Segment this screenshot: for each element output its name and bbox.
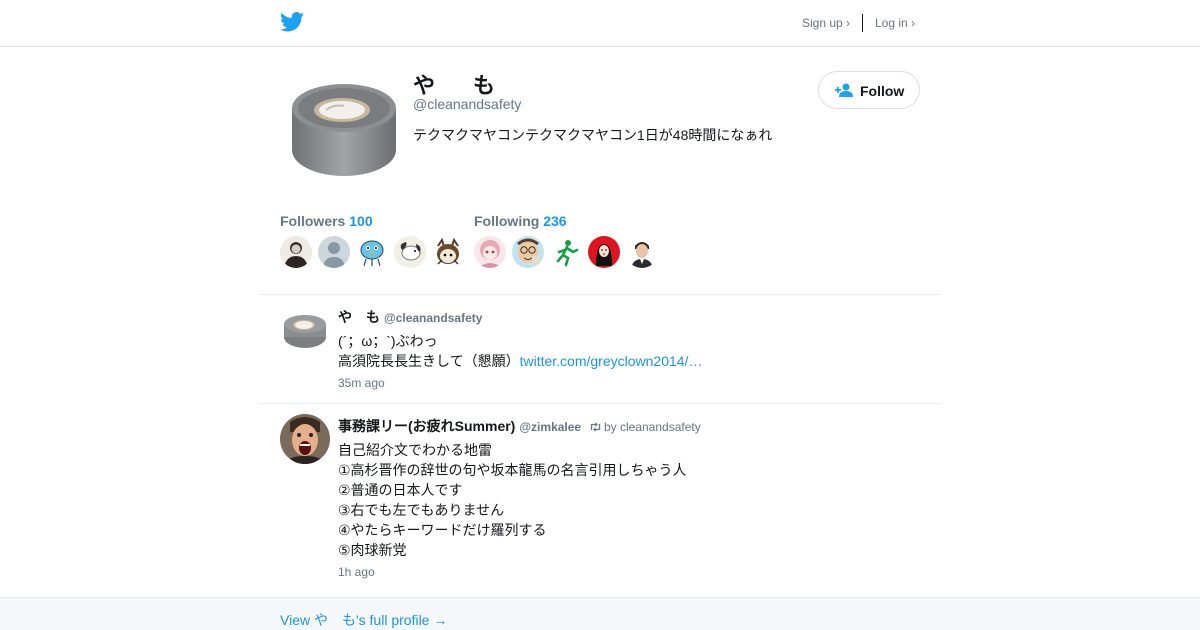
tweet-author-name: や も: [338, 309, 380, 325]
avatar-blue-bird-cartoon[interactable]: [356, 236, 388, 268]
tweet-text-line: ④やたらキーワードだけ羅列する: [338, 522, 547, 538]
following-stat[interactable]: Following 236: [474, 213, 567, 229]
twitter-bird-icon[interactable]: [280, 12, 304, 32]
signup-link[interactable]: Sign up ›: [802, 16, 850, 30]
avatar-gull-drawing[interactable]: [394, 236, 426, 268]
tweet-author-handle: @cleanandsafety: [384, 311, 483, 325]
tweet-avatar[interactable]: [280, 414, 330, 464]
divider: [260, 294, 940, 295]
nav-divider: [862, 14, 863, 32]
tweet-link[interactable]: twitter.com/greyclown2014/…: [520, 353, 703, 369]
top-bar: Sign up › Log in ›: [0, 0, 1200, 47]
avatar-default-person[interactable]: [318, 236, 350, 268]
avatar-glasses-man[interactable]: [512, 236, 544, 268]
tweet-author-handle: @zimkalee: [519, 420, 582, 434]
tweet-text-line: 自己紹介文でわかる地雷: [338, 442, 492, 458]
tweet-avatar[interactable]: [280, 310, 328, 352]
follow-button[interactable]: Follow: [818, 71, 920, 109]
avatar-red-circle-woman[interactable]: [588, 236, 620, 268]
followers-count: 100: [349, 213, 373, 229]
divider: [260, 403, 940, 404]
avatar-man-portrait[interactable]: [626, 236, 658, 268]
retweet-attribution: by cleanandsafety: [589, 420, 701, 434]
follow-label: Follow: [860, 83, 905, 99]
avatar-portrait-sketch[interactable]: [280, 236, 312, 268]
tweet-text-line: (´；ω；`)ぶわっ: [338, 333, 438, 349]
avatar-running-person[interactable]: [550, 236, 582, 268]
following-label: Following: [474, 213, 540, 229]
tweet-timestamp[interactable]: 1h ago: [338, 565, 375, 579]
profile-handle[interactable]: @cleanandsafety: [413, 96, 521, 112]
tweet-text-line: 高須院長長生きして（懇願）twitter.com/greyclown2014/…: [338, 351, 702, 371]
tweet-text-line: ①高杉晋作の辞世の句や坂本龍馬の名言引用しちゃう人: [338, 462, 687, 478]
retweet-by: by cleanandsafety: [603, 420, 701, 434]
tweet-author[interactable]: 事務課リー(お疲れSummer) @zimkalee by cleanandsaf…: [338, 416, 701, 436]
profile-bio: テクマクマヤコンテクマクマヤコン1日が48時間になぁれ: [413, 127, 773, 143]
avatar-anime-girl[interactable]: [474, 236, 506, 268]
footer: View や も's full profile →: [0, 597, 1200, 630]
tweet-author[interactable]: や も @cleanandsafety: [338, 307, 482, 327]
add-user-icon: [835, 83, 853, 97]
login-link[interactable]: Log in ›: [875, 16, 915, 30]
duct-tape-avatar[interactable]: [280, 70, 400, 190]
followers-stat[interactable]: Followers 100: [280, 213, 373, 229]
followers-label: Followers: [280, 213, 346, 229]
tweet-text: 高須院長長生きして（懇願）: [338, 353, 520, 369]
following-count: 236: [543, 213, 567, 229]
tweet-author-name: 事務課リー(お疲れSummer): [338, 418, 516, 434]
tweet-text-line: ③右でも左でもありません: [338, 502, 505, 518]
tweet-text-line: ②普通の日本人です: [338, 482, 463, 498]
tweet-text-line: ⑤肉球新党: [338, 542, 407, 558]
tweet-timestamp[interactable]: 35m ago: [338, 376, 385, 390]
view-full-profile-link[interactable]: View や も's full profile →: [280, 610, 447, 630]
retweet-icon: [590, 422, 601, 432]
avatar-horned-figure[interactable]: [432, 236, 464, 268]
